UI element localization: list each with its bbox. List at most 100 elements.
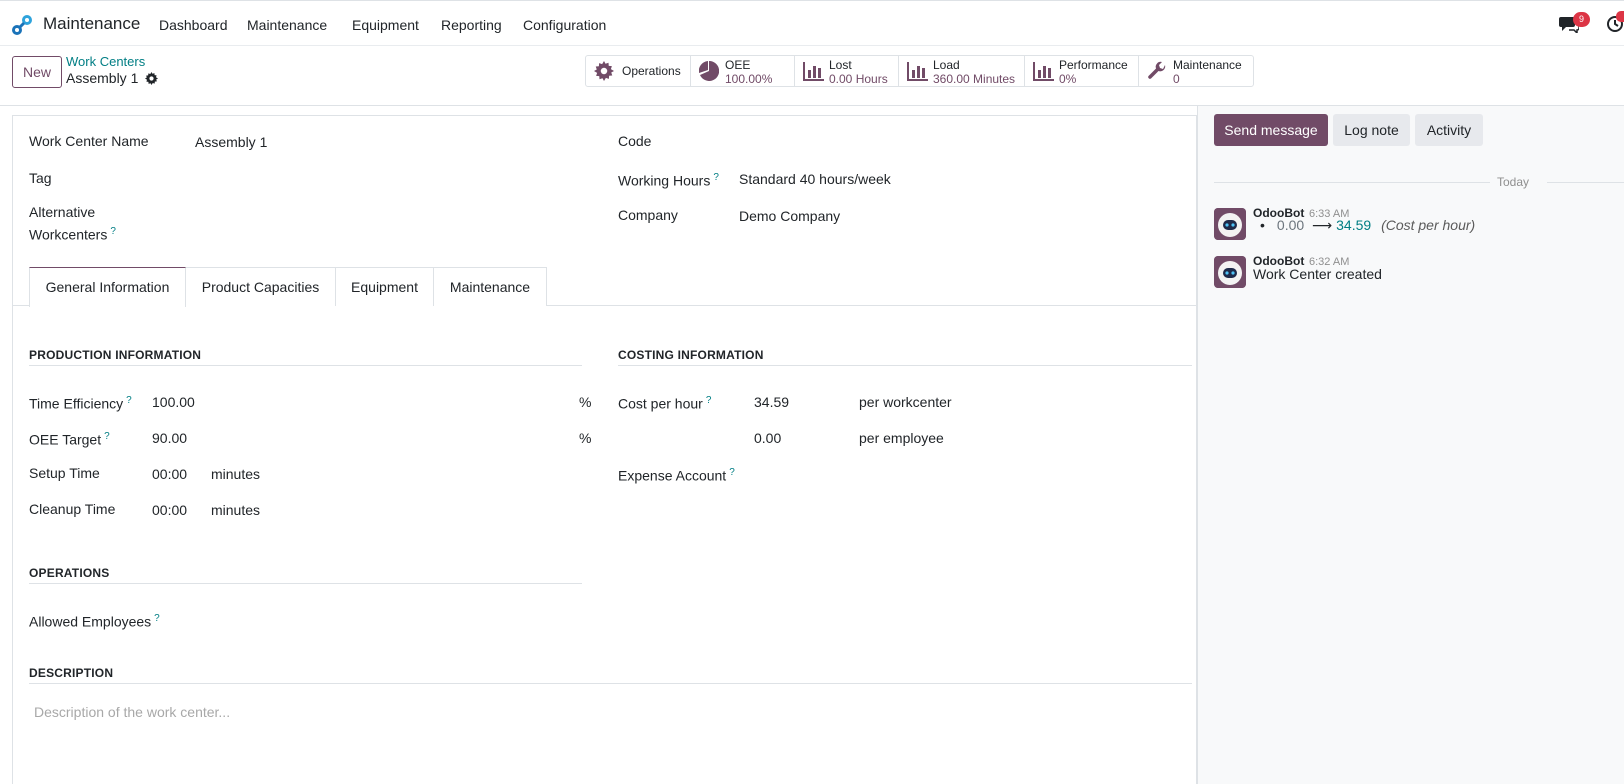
working-hours-field[interactable]: Standard 40 hours/week (739, 169, 891, 189)
control-panel: New Work Centers Assembly 1 Operations O… (0, 46, 1624, 106)
breadcrumb-work-centers[interactable]: Work Centers (66, 54, 145, 69)
help-icon: ? (110, 226, 116, 237)
cleanup-time-field[interactable]: 00:00 (152, 500, 187, 520)
time-efficiency-field[interactable]: 100.00 (152, 392, 195, 412)
breadcrumb-current: Assembly 1 (66, 70, 139, 86)
tracking-new-value: 34.59 (1336, 217, 1372, 233)
cleanup-time-label: Cleanup Time (29, 501, 116, 517)
setup-time-label: Setup Time (29, 465, 100, 481)
percent-unit: % (579, 430, 592, 446)
minutes-unit: minutes (211, 502, 261, 518)
costing-info-title: COSTING INFORMATION (618, 348, 764, 362)
minutes-unit: minutes (211, 466, 261, 482)
per-workcenter-unit: per workcenter (859, 394, 952, 410)
stat-oee-value: 100.00% (725, 72, 773, 86)
divider (618, 365, 1192, 366)
tag-field[interactable] (195, 168, 575, 188)
gear-icon (594, 61, 614, 81)
code-label: Code (618, 133, 652, 149)
employee-cost-field[interactable]: 0.00 (754, 428, 781, 448)
help-icon: ? (713, 172, 719, 183)
alternative-workcenters-field[interactable] (195, 202, 575, 222)
help-icon: ? (705, 395, 712, 406)
stat-operations-label: Operations (622, 64, 681, 78)
form-sheet: Work Center Name Assembly 1 Tag Alternat… (12, 115, 1197, 784)
stat-performance-label: Performance (1059, 58, 1128, 72)
divider (1547, 182, 1624, 183)
smart-buttons: Operations OEE 100.00% Lost 0.00 Hours L… (585, 55, 1254, 87)
menu-reporting[interactable]: Reporting (441, 17, 502, 33)
gear-icon[interactable] (145, 72, 158, 85)
alternative-workcenters-label: Alternative Workcenters? (29, 204, 116, 243)
operations-title: OPERATIONS (29, 566, 110, 580)
send-message-button[interactable]: Send message (1214, 114, 1328, 146)
tracking-value: • 0.00 ⟶ 34.59 (Cost per hour) (1260, 217, 1476, 233)
message-body: Work Center created (1253, 266, 1382, 282)
new-button[interactable]: New (12, 56, 62, 88)
tab-maintenance[interactable]: Maintenance (433, 267, 547, 306)
help-icon: ? (126, 395, 132, 406)
cost-per-hour-field[interactable]: 34.59 (754, 392, 789, 412)
tracking-field-name: (Cost per hour) (1381, 217, 1476, 233)
stat-performance-value: 0% (1059, 72, 1077, 86)
work-center-name-label: Work Center Name (29, 133, 149, 149)
stat-load-label: Load (933, 58, 960, 72)
allowed-employees-label: Allowed Employees? (29, 613, 160, 630)
menu-equipment[interactable]: Equipment (352, 17, 419, 33)
stat-maintenance[interactable]: Maintenance 0 (1139, 56, 1253, 86)
stat-maintenance-value: 0 (1173, 72, 1180, 86)
expense-account-label: Expense Account? (618, 467, 735, 484)
time-efficiency-label: Time Efficiency? (29, 395, 132, 412)
bar-chart-icon (1033, 62, 1054, 81)
work-center-name-field[interactable]: Assembly 1 (195, 132, 267, 152)
bar-chart-icon (803, 62, 824, 81)
maintenance-app-icon[interactable] (10, 13, 34, 37)
description-title: DESCRIPTION (29, 666, 114, 680)
code-field[interactable] (739, 131, 1159, 151)
stat-load[interactable]: Load 360.00 Minutes (899, 56, 1025, 86)
tag-label: Tag (29, 170, 52, 186)
oee-target-field[interactable]: 90.00 (152, 428, 187, 448)
app-name[interactable]: Maintenance (43, 14, 140, 34)
stat-oee-label: OEE (725, 58, 751, 72)
top-navbar: Maintenance Dashboard Maintenance Equipm… (0, 0, 1624, 46)
menu-maintenance[interactable]: Maintenance (247, 17, 327, 33)
log-note-button[interactable]: Log note (1333, 114, 1410, 146)
arrow-right-icon: ⟶ (1312, 217, 1333, 233)
stat-oee[interactable]: OEE 100.00% (691, 56, 795, 86)
activity-button[interactable]: Activity (1415, 114, 1483, 146)
percent-unit: % (579, 394, 592, 410)
date-separator: Today (1497, 175, 1530, 189)
stat-load-value: 360.00 Minutes (933, 72, 1016, 86)
stat-performance[interactable]: Performance 0% (1025, 56, 1139, 86)
tab-product-capacities[interactable]: Product Capacities (185, 267, 336, 306)
help-icon: ? (104, 431, 110, 442)
chatter-panel: Send message Log note Activity Today Odo… (1197, 106, 1624, 784)
odoobot-avatar[interactable] (1214, 256, 1246, 288)
help-icon: ? (729, 467, 735, 478)
stat-lost[interactable]: Lost 0.00 Hours (795, 56, 899, 86)
divider (29, 365, 582, 366)
help-icon: ? (154, 613, 160, 624)
per-employee-unit: per employee (859, 430, 944, 446)
description-editor[interactable]: Description of the work center... (34, 704, 230, 720)
tab-general-information[interactable]: General Information (29, 267, 186, 307)
odoobot-avatar[interactable] (1214, 208, 1246, 240)
company-field[interactable]: Demo Company (739, 206, 840, 226)
chat-unread-badge: 9 (1573, 12, 1590, 27)
setup-time-field[interactable]: 00:00 (152, 464, 187, 484)
allowed-employees-field[interactable] (195, 609, 575, 629)
bar-chart-icon (907, 62, 928, 81)
stat-operations[interactable]: Operations (586, 56, 691, 86)
stat-lost-label: Lost (829, 58, 852, 72)
divider (29, 583, 582, 584)
notebook-tabs: General Information Product Capacities E… (13, 267, 1196, 307)
menu-configuration[interactable]: Configuration (523, 17, 606, 33)
divider (29, 683, 1192, 684)
stat-maintenance-label: Maintenance (1173, 58, 1242, 72)
oee-target-label: OEE Target? (29, 431, 110, 448)
expense-account-field[interactable] (754, 463, 1174, 483)
cost-per-hour-label: Cost per hour? (618, 395, 712, 412)
menu-dashboard[interactable]: Dashboard (159, 17, 228, 33)
tab-equipment[interactable]: Equipment (335, 267, 434, 306)
